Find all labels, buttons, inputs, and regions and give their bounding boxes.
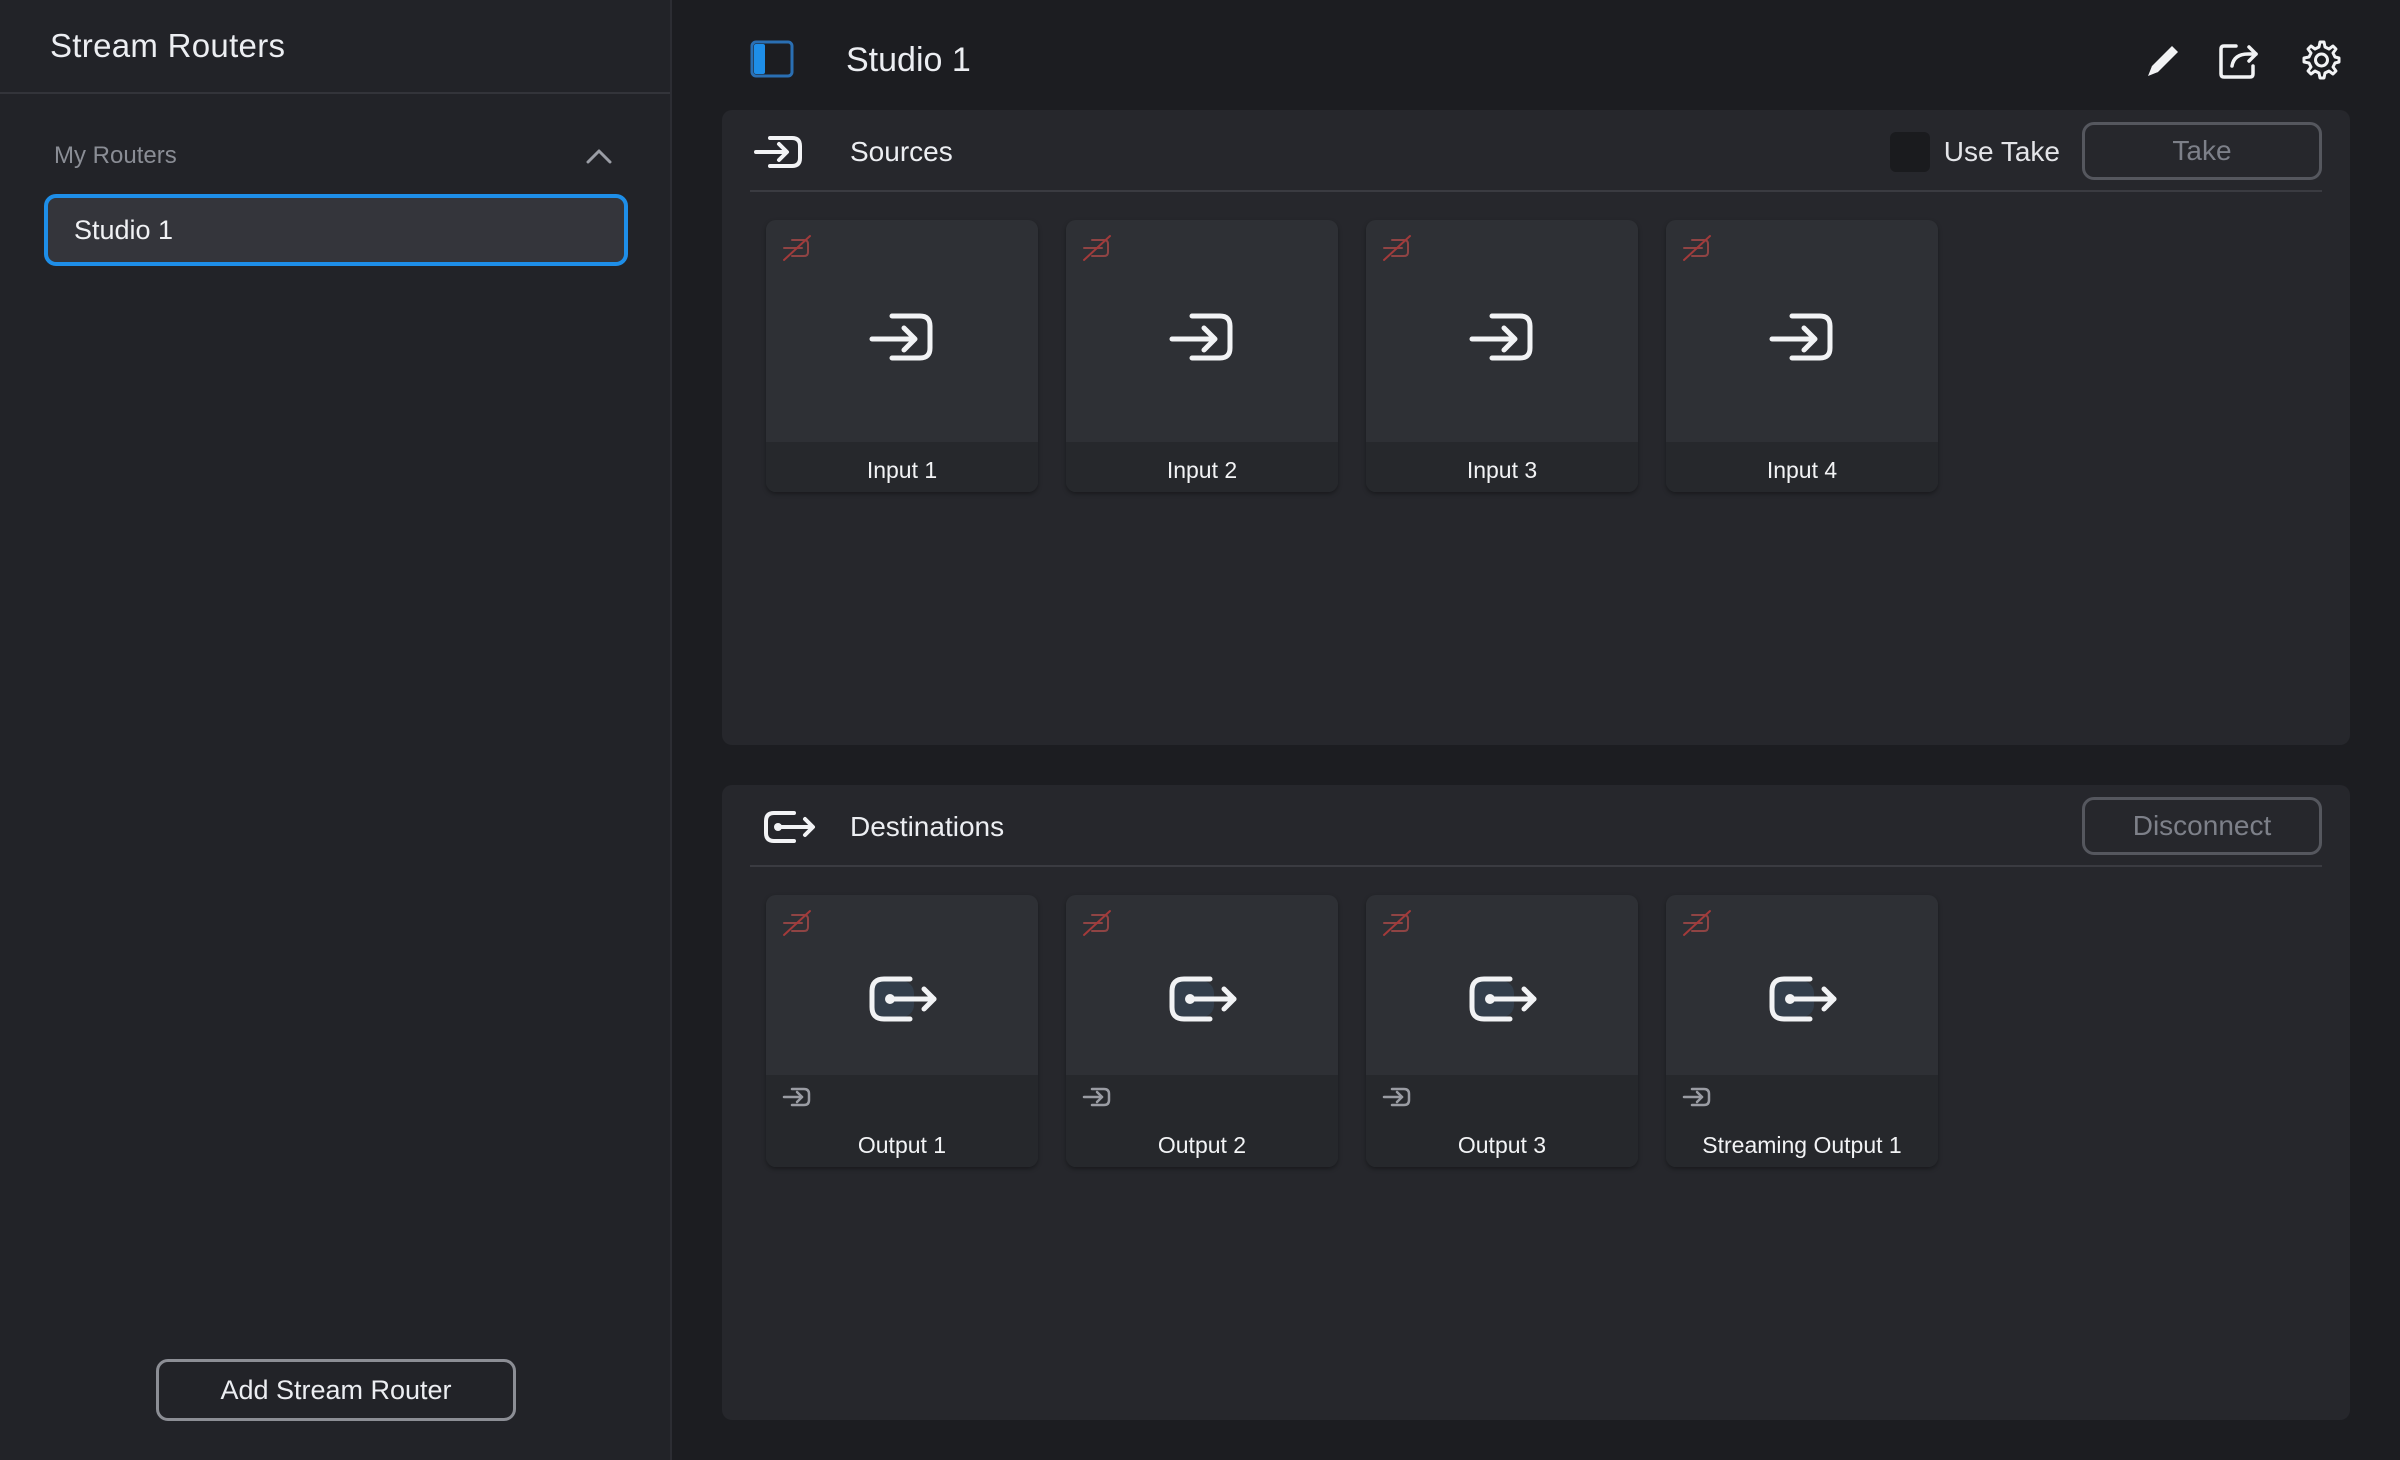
use-take-checkbox[interactable] [1889, 132, 1930, 172]
page-title: Studio 1 [846, 41, 971, 79]
stream-off-icon [1680, 909, 1714, 937]
stream-off-icon [1380, 234, 1414, 262]
group-label: My Routers [54, 142, 177, 169]
stream-off-icon [780, 909, 814, 937]
panel-toggle-icon[interactable] [748, 38, 798, 82]
take-button[interactable]: Take [2082, 122, 2322, 180]
stream-off-icon [1080, 234, 1114, 262]
source-tile[interactable]: Input 3 [1366, 220, 1638, 492]
input-icon [1680, 1083, 1714, 1111]
input-icon [780, 1083, 814, 1111]
output-icon [862, 963, 942, 1033]
sidebar-title: Stream Routers [50, 27, 286, 64]
input-icon [1080, 1083, 1114, 1111]
input-icon [1162, 302, 1242, 372]
stream-off-icon [1680, 234, 1714, 262]
app-root: Stream Routers My Routers Studio 1 Add S… [0, 0, 2400, 1460]
settings-icon[interactable] [2296, 36, 2344, 84]
add-stream-router-button[interactable]: Add Stream Router [156, 1359, 516, 1421]
input-icon [1380, 1083, 1414, 1111]
input-icon [862, 302, 942, 372]
share-icon[interactable] [2216, 36, 2264, 84]
destination-tile[interactable]: Output 3 [1366, 895, 1638, 1167]
output-icon [1162, 963, 1242, 1033]
tile-label: Streaming Output 1 [1702, 1132, 1902, 1158]
source-tile[interactable]: Input 4 [1666, 220, 1938, 492]
destination-tile[interactable]: Output 2 [1066, 895, 1338, 1167]
chevron-up-icon[interactable] [584, 141, 614, 171]
tile-label: Output 1 [857, 1132, 947, 1158]
my-routers-group-header[interactable]: My Routers [54, 136, 614, 176]
edit-icon[interactable] [2140, 36, 2188, 84]
output-icon [1762, 963, 1842, 1033]
output-icon [1462, 963, 1542, 1033]
disconnect-button[interactable]: Disconnect [2082, 797, 2322, 855]
destinations-tiles: Output 1 Output 2 Output 3 Streaming Out… [766, 895, 1938, 1167]
sources-panel: Sources Use Take Take Input 1 Input 2 In… [722, 110, 2350, 745]
use-take-label: Use Take [1943, 136, 2060, 167]
sources-title: Sources [850, 136, 953, 167]
tile-label: Output 3 [1457, 1132, 1547, 1158]
destinations-header: Destinations Disconnect [750, 785, 2322, 867]
source-tile[interactable]: Input 1 [766, 220, 1038, 492]
stream-off-icon [1080, 909, 1114, 937]
router-item-studio-1[interactable]: Studio 1 [44, 194, 628, 266]
sidebar: Stream Routers My Routers Studio 1 Add S… [0, 0, 672, 1460]
sources-header: Sources Use Take Take [750, 110, 2322, 192]
tile-label: Output 2 [1157, 1132, 1247, 1158]
input-icon [750, 130, 806, 174]
router-item-label: Studio 1 [74, 214, 174, 245]
tile-label: Input 2 [1166, 457, 1238, 483]
use-take-control[interactable]: Use Take [1889, 130, 2060, 174]
input-icon [1762, 302, 1842, 372]
source-tile[interactable]: Input 2 [1066, 220, 1338, 492]
sidebar-header: Stream Routers [0, 0, 670, 94]
destination-tile[interactable]: Streaming Output 1 [1666, 895, 1938, 1167]
sources-tiles: Input 1 Input 2 Input 3 Input 4 [766, 220, 1938, 492]
stream-off-icon [780, 234, 814, 262]
destination-tile[interactable]: Output 1 [766, 895, 1038, 1167]
destinations-title: Destinations [850, 811, 1005, 842]
output-icon [760, 805, 816, 849]
tile-label: Input 1 [866, 457, 938, 483]
destinations-panel: Destinations Disconnect Output 1 Output … [722, 785, 2350, 1420]
input-icon [1462, 302, 1542, 372]
tile-label: Input 3 [1466, 457, 1538, 483]
stream-off-icon [1380, 909, 1414, 937]
tile-label: Input 4 [1766, 457, 1838, 483]
